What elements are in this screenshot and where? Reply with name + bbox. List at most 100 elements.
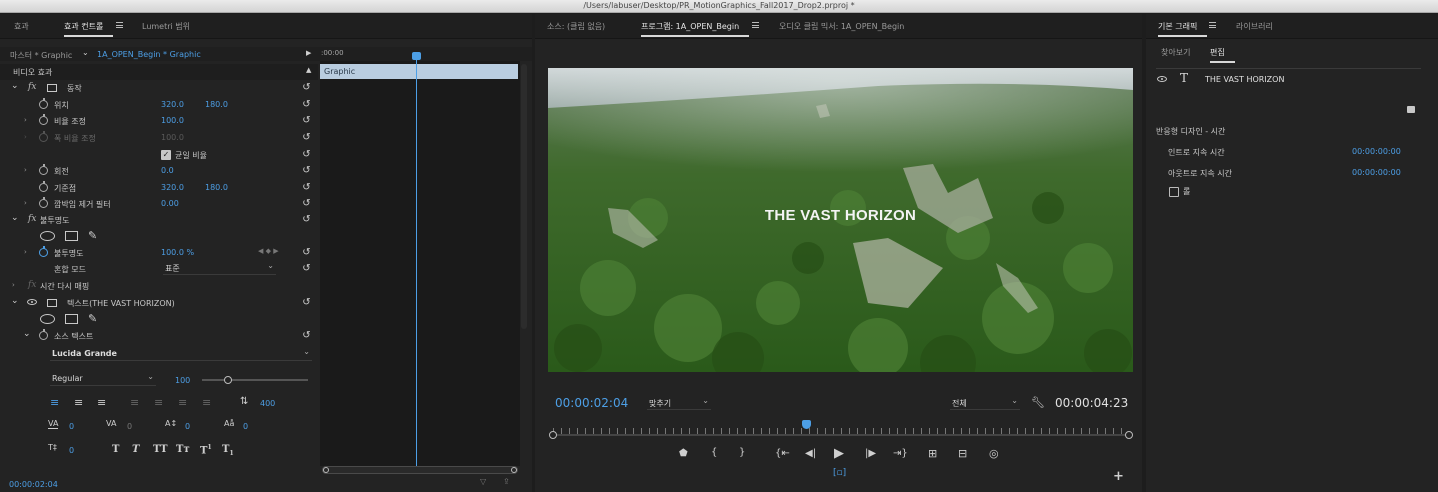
export-icon[interactable]: ⇪ xyxy=(503,477,510,486)
filter-icon[interactable]: ▽ xyxy=(480,477,486,486)
step-forward-icon[interactable]: |▶ xyxy=(865,448,876,459)
expand-arrow-icon[interactable]: › xyxy=(12,281,15,289)
roll-checkbox[interactable] xyxy=(1169,187,1179,197)
chevron-down-icon[interactable]: ⌄ xyxy=(11,81,19,91)
playhead-handle[interactable] xyxy=(412,52,421,60)
justify-all-icon[interactable]: ≡ xyxy=(202,396,211,409)
go-to-in-icon[interactable]: {⇤ xyxy=(775,448,790,459)
tab-effect-controls[interactable]: 효과 컨트롤 xyxy=(64,21,114,37)
stopwatch-icon[interactable] xyxy=(39,197,48,208)
add-button-icon[interactable]: + xyxy=(1113,469,1124,484)
uniform-scale-checkbox[interactable]: ✓ xyxy=(161,150,171,160)
tab-source[interactable]: 소스: (클립 없음) xyxy=(547,21,605,32)
reset-icon[interactable]: ↺ xyxy=(301,297,312,308)
tracking-value[interactable]: 0 xyxy=(127,422,132,431)
collapse-up-icon[interactable]: ▲ xyxy=(306,66,311,74)
zoom-handle-right[interactable] xyxy=(511,467,517,473)
play-arrow-icon[interactable]: ▶ xyxy=(306,49,311,57)
align-center-icon[interactable]: ≡ xyxy=(74,396,83,409)
reset-icon[interactable]: ↺ xyxy=(301,198,312,209)
zoom-handle-left[interactable] xyxy=(323,467,329,473)
reset-icon[interactable]: ↺ xyxy=(301,214,312,225)
text-layer-row[interactable]: ⌄ 텍스트(THE VAST HORIZON) ↺ xyxy=(0,295,318,311)
effect-controls-timecode[interactable]: 00:00:02:04 xyxy=(9,480,58,489)
rectangle-mask-icon[interactable] xyxy=(65,231,78,241)
wrench-icon[interactable]: 🔧︎ xyxy=(1031,396,1045,409)
program-current-time[interactable]: 00:00:02:04 xyxy=(555,396,628,410)
lift-icon[interactable]: ⊞ xyxy=(928,447,937,460)
baseline-value[interactable]: 0 xyxy=(185,422,190,431)
font-size-slider-thumb[interactable] xyxy=(224,376,232,384)
motion-effect-row[interactable]: ⌄ fx 동작 ↺ xyxy=(0,80,318,96)
opacity-value[interactable]: 100.0 % xyxy=(161,248,194,257)
play-icon[interactable]: ▶ xyxy=(834,446,844,461)
resolution-dropdown[interactable]: 전체 ⌄ xyxy=(950,396,1020,410)
video-title-overlay[interactable]: THE VAST HORIZON xyxy=(548,207,1133,224)
stopwatch-icon[interactable] xyxy=(39,329,48,340)
pen-mask-icon[interactable]: ✎ xyxy=(88,229,97,242)
justify-center-icon[interactable]: ≡ xyxy=(154,396,163,409)
small-caps-icon[interactable]: Tт xyxy=(176,444,190,455)
reset-icon[interactable]: ↺ xyxy=(301,132,312,143)
justify-right-icon[interactable]: ≡ xyxy=(178,396,187,409)
reset-icon[interactable]: ↺ xyxy=(301,99,312,110)
faux-bold-icon[interactable]: T xyxy=(112,444,119,455)
tsume-value[interactable]: 0 xyxy=(243,422,248,431)
new-layer-icon[interactable] xyxy=(1407,106,1415,113)
kerning-value[interactable]: 0 xyxy=(69,422,74,431)
superscript-icon[interactable]: T1 xyxy=(200,444,212,456)
chevron-down-icon[interactable]: ⌄ xyxy=(11,213,19,223)
layer-row[interactable]: T THE VAST HORIZON xyxy=(1156,71,1421,87)
scale-value[interactable]: 100.0 xyxy=(161,116,184,125)
eye-icon[interactable] xyxy=(27,299,37,305)
program-video-frame[interactable]: THE VAST HORIZON xyxy=(548,68,1133,372)
stopwatch-icon[interactable] xyxy=(39,246,48,257)
tab-essential-graphics[interactable]: 기본 그래픽 xyxy=(1158,21,1208,37)
master-clip-label[interactable]: 마스터 * Graphic xyxy=(10,50,72,61)
tab-libraries[interactable]: 라이브러리 xyxy=(1236,21,1273,32)
reset-icon[interactable]: ↺ xyxy=(301,330,312,341)
comparison-view-icon[interactable]: [▫] xyxy=(833,468,846,478)
align-left-icon[interactable]: ≡ xyxy=(50,396,59,409)
reset-icon[interactable]: ↺ xyxy=(301,247,312,258)
leading-icon[interactable]: ⇅ xyxy=(240,396,248,407)
tab-effects[interactable]: 효과 xyxy=(14,21,29,32)
ellipse-mask-icon[interactable] xyxy=(40,231,55,241)
panel-menu-icon[interactable] xyxy=(1209,22,1216,28)
subtab-browse[interactable]: 찾아보기 xyxy=(1161,47,1190,58)
sequence-clip-label[interactable]: 1A_OPEN_Begin * Graphic xyxy=(97,50,201,59)
mini-timeline[interactable] xyxy=(320,61,520,466)
fx-icon[interactable]: fx xyxy=(28,82,36,92)
reset-icon[interactable]: ↺ xyxy=(301,263,312,274)
go-to-out-icon[interactable]: ⇥} xyxy=(893,448,908,459)
font-size-value[interactable]: 100 xyxy=(175,376,190,385)
tab-lumetri-scopes[interactable]: Lumetri 범위 xyxy=(142,21,190,32)
tracking-icon[interactable]: VA xyxy=(106,419,116,428)
justify-left-icon[interactable]: ≡ xyxy=(130,396,139,409)
expand-arrow-icon[interactable]: › xyxy=(24,248,27,256)
align-right-icon[interactable]: ≡ xyxy=(97,396,106,409)
motion-transform-icon[interactable] xyxy=(47,84,57,92)
all-caps-icon[interactable]: TT xyxy=(153,444,168,455)
rectangle-mask-icon[interactable] xyxy=(65,314,78,324)
scrub-bar[interactable] xyxy=(549,431,1133,439)
chevron-down-icon[interactable]: ⌄ xyxy=(23,329,31,339)
flicker-value[interactable]: 0.00 xyxy=(161,199,179,208)
panel-menu-icon[interactable] xyxy=(116,22,123,28)
keyframe-nav-icon[interactable]: ◀ ◆ ▶ xyxy=(258,247,279,255)
extract-icon[interactable]: ⊟ xyxy=(958,447,967,460)
faux-italic-icon[interactable]: T xyxy=(132,444,139,455)
time-remap-row[interactable]: › fx 시간 다시 매핑 xyxy=(0,278,318,294)
opacity-effect-row[interactable]: ⌄ fx 불투명도 ↺ xyxy=(0,212,318,228)
font-size-slider[interactable] xyxy=(202,376,308,384)
subscript-icon[interactable]: T1 xyxy=(222,444,234,457)
pen-mask-icon[interactable]: ✎ xyxy=(88,312,97,325)
ellipse-mask-icon[interactable] xyxy=(40,314,55,324)
reset-icon[interactable]: ↺ xyxy=(301,182,312,193)
subtab-edit[interactable]: 편집 xyxy=(1210,47,1235,63)
rotation-value[interactable]: 0.0 xyxy=(161,166,174,175)
reset-icon[interactable]: ↺ xyxy=(301,149,312,160)
mark-out-icon[interactable]: } xyxy=(739,447,745,458)
chevron-down-icon[interactable]: ⌄ xyxy=(11,296,19,306)
vertical-scrollbar[interactable] xyxy=(521,64,527,329)
